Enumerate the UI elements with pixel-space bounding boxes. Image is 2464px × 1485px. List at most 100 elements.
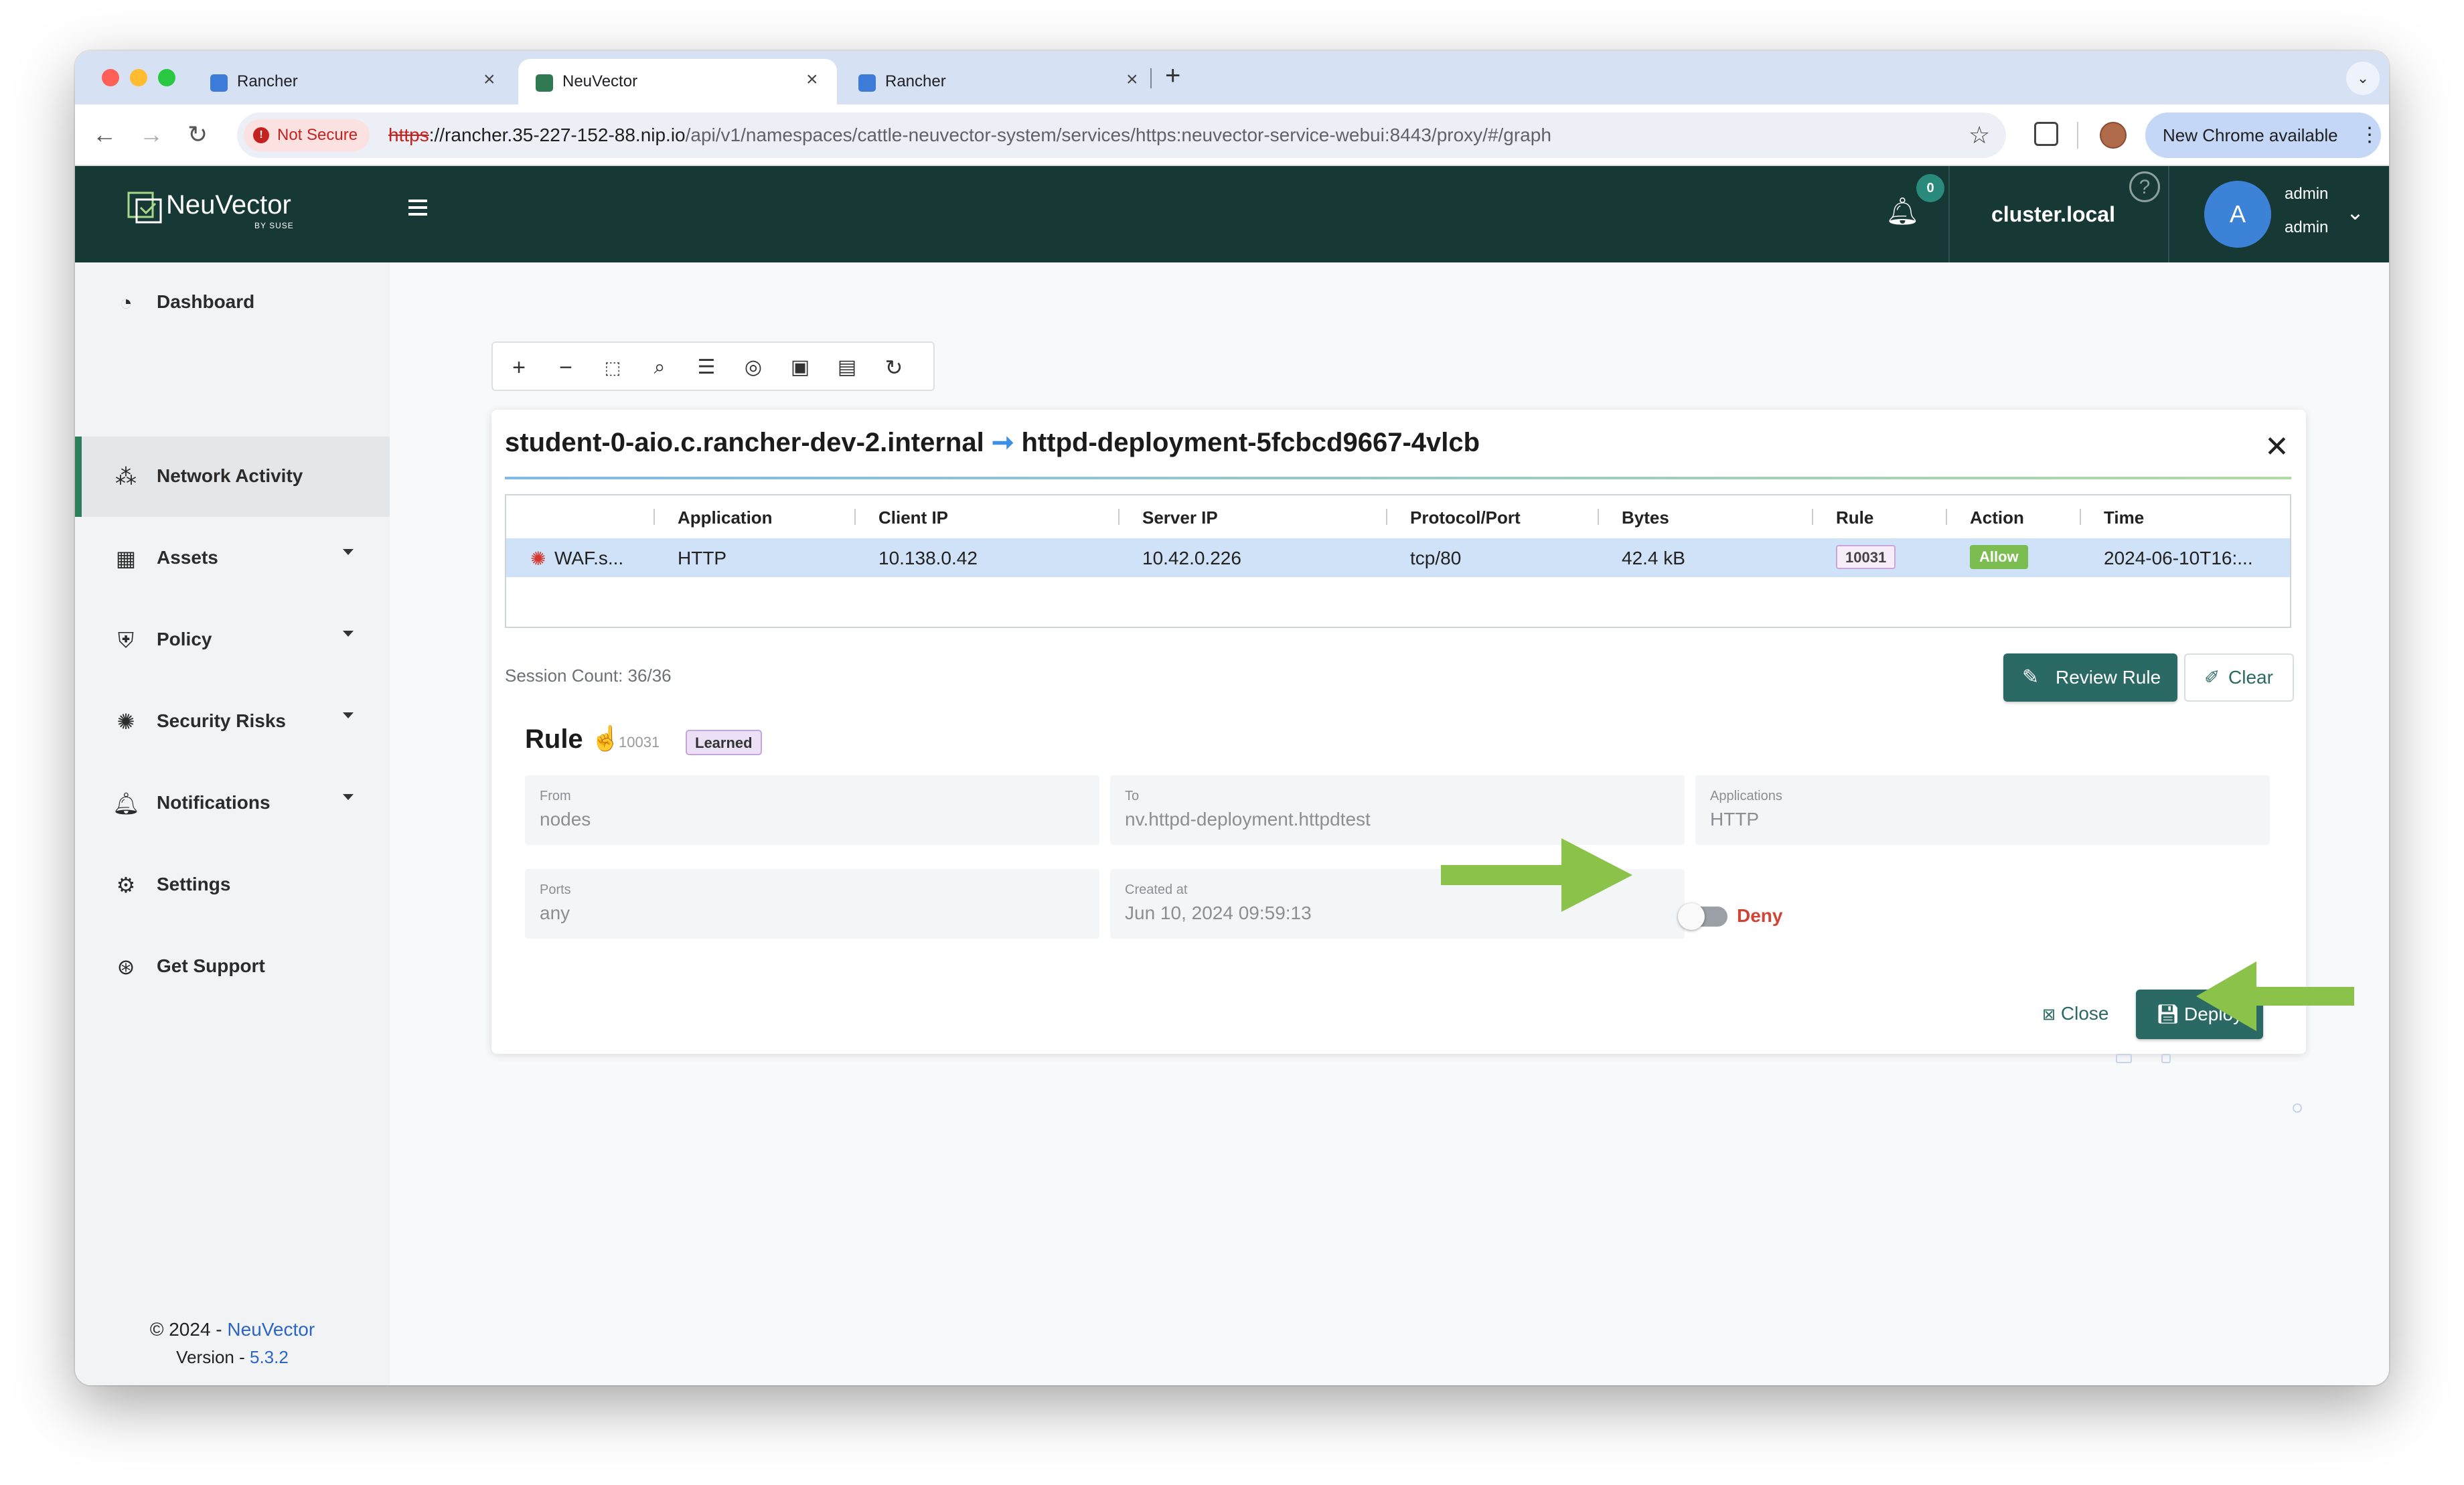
caret-down-icon: [343, 549, 354, 555]
browser-tab-bar: Rancher × NeuVector × Rancher × + ⌄: [75, 51, 2389, 104]
chrome-update-button[interactable]: New Chrome available ⋮: [2145, 112, 2381, 158]
not-secure-label: Not Secure: [277, 126, 358, 144]
window-minimize-dot[interactable]: [130, 69, 147, 86]
to-label: To: [1125, 789, 1140, 803]
column-header-action[interactable]: Action: [1970, 507, 2024, 528]
browser-tab-neuvector[interactable]: NeuVector ×: [518, 59, 837, 104]
column-separator: [1946, 509, 1947, 525]
zoom-in-icon[interactable]: +: [502, 351, 536, 384]
column-header-time[interactable]: Time: [2104, 507, 2144, 528]
sidebar-item-policy[interactable]: ⛨ Policy: [75, 600, 390, 680]
tab-close-icon[interactable]: ×: [806, 70, 818, 90]
profile-avatar[interactable]: [2100, 122, 2127, 149]
deny-label[interactable]: Deny: [1737, 905, 1782, 927]
destination-endpoint: httpd-deployment-5fcbcd9667-4vlcb: [1021, 428, 1480, 457]
new-tab-button[interactable]: +: [1165, 60, 1180, 91]
neuvector-logo-icon: [127, 191, 162, 224]
from-value: nodes: [540, 809, 591, 830]
browser-toolbar: ← → ↻ ! Not Secure https://rancher.35-22…: [75, 104, 2389, 166]
column-header-client-ip[interactable]: Client IP: [878, 507, 948, 528]
rule-heading: Rule: [525, 724, 583, 754]
version-number[interactable]: 5.3.2: [250, 1347, 289, 1367]
tab-title: Rancher: [885, 72, 946, 90]
conversation-panel: student-0-aio.c.rancher-dev-2.internal ➞…: [491, 410, 2306, 1054]
document-icon[interactable]: ▤: [830, 351, 864, 384]
applications-field: Applications HTTP: [1695, 775, 2270, 845]
column-header-bytes[interactable]: Bytes: [1622, 507, 1669, 528]
tab-close-icon[interactable]: ×: [1126, 70, 1138, 90]
user-menu-chevron-icon[interactable]: ⌄: [2346, 200, 2364, 225]
close-button[interactable]: ⊠ Close: [2042, 1003, 2108, 1024]
cell-name: WAF.s...: [554, 548, 624, 568]
chrome-update-label: New Chrome available: [2163, 125, 2338, 145]
forward-arrow-icon[interactable]: →: [139, 118, 163, 151]
user-name: admin: [2285, 185, 2329, 203]
back-arrow-icon[interactable]: ←: [92, 118, 117, 151]
camera-icon[interactable]: ▣: [783, 351, 817, 384]
cluster-name[interactable]: cluster.local: [1991, 202, 2115, 227]
browser-tab-rancher-1[interactable]: Rancher ×: [193, 59, 514, 104]
user-avatar[interactable]: A: [2204, 181, 2271, 248]
column-header-application[interactable]: Application: [678, 507, 773, 528]
panel-close-icon[interactable]: ✕: [2264, 433, 2289, 462]
graph-node-icon[interactable]: [2293, 1103, 2302, 1113]
caret-down-icon: [343, 712, 354, 718]
fit-view-icon[interactable]: ⬚: [596, 351, 629, 384]
tab-title: Rancher: [237, 72, 298, 90]
footer-brand-link[interactable]: NeuVector: [227, 1319, 315, 1340]
url-text[interactable]: https://rancher.35-227-152-88.nip.io/api…: [388, 125, 1551, 146]
column-header-rule[interactable]: Rule: [1836, 507, 1873, 528]
to-value: nv.httpd-deployment.httpdtest: [1125, 809, 1371, 830]
not-secure-chip[interactable]: ! Not Secure: [244, 119, 370, 151]
save-icon: 💾︎: [2156, 1004, 2180, 1024]
sessions-table: Application Client IP Server IP Protocol…: [505, 494, 2291, 628]
sidebar-item-notifications[interactable]: 🔔︎ Notifications: [75, 763, 390, 844]
bell-icon[interactable]: 🔔︎: [1885, 196, 1920, 227]
network-graph-area[interactable]: + − ⬚ ⌕ ☰ ◎ ▣ ▤ ↻ student-0-aio.c.ranche…: [390, 262, 2389, 1385]
gear-icon: ⚙: [116, 873, 136, 897]
browser-tab-rancher-2[interactable]: Rancher ×: [841, 59, 1162, 104]
sidebar-item-assets[interactable]: ▦ Assets: [75, 518, 390, 599]
sidebar-item-settings[interactable]: ⚙ Settings: [75, 845, 390, 925]
tab-close-icon[interactable]: ×: [483, 70, 495, 90]
hide-eye-icon[interactable]: ◎: [737, 351, 770, 384]
from-label: From: [540, 789, 571, 803]
speedometer-icon: ◔: [119, 291, 133, 315]
graph-node-icon[interactable]: [2116, 1054, 2132, 1063]
reload-icon[interactable]: ↻: [187, 118, 208, 151]
sidebar-item-dashboard[interactable]: ◔ Dashboard: [75, 262, 390, 343]
hamburger-menu-icon[interactable]: [408, 200, 427, 216]
sidebar-item-get-support[interactable]: ⊛ Get Support: [75, 927, 390, 1007]
clear-button[interactable]: ✐ Clear: [2184, 653, 2294, 702]
title-underline: [505, 477, 2291, 479]
column-separator: [1386, 509, 1387, 525]
column-header-protocol-port[interactable]: Protocol/Port: [1410, 507, 1521, 528]
tab-search-chevron-icon[interactable]: ⌄: [2346, 62, 2380, 95]
deny-toggle[interactable]: [1678, 903, 1727, 930]
window-zoom-dot[interactable]: [158, 69, 175, 86]
help-question-icon[interactable]: ?: [2129, 171, 2160, 202]
table-row[interactable]: ✺ WAF.s... HTTP 10.138.0.42 10.42.0.226 …: [506, 538, 2290, 577]
refresh-icon[interactable]: ↻: [877, 351, 911, 384]
url-scheme: https: [388, 125, 429, 145]
window-close-dot[interactable]: [102, 69, 119, 86]
graph-node-icon[interactable]: [2161, 1054, 2171, 1063]
address-bar[interactable]: ! Not Secure https://rancher.35-227-152-…: [237, 112, 2006, 158]
search-icon[interactable]: ⌕: [643, 351, 676, 384]
zoom-out-icon[interactable]: −: [549, 351, 583, 384]
bookmark-star-icon[interactable]: ☆: [1969, 121, 1990, 150]
from-field: From nodes: [525, 775, 1099, 845]
annotation-arrow-left-icon: [2196, 961, 2354, 1031]
rule-id-badge[interactable]: 10031: [1836, 545, 1896, 569]
review-rule-button[interactable]: ✎ Review Rule: [2003, 653, 2177, 702]
sidebar-item-security-risks[interactable]: ✺ Security Risks: [75, 682, 390, 762]
column-separator: [2080, 509, 2081, 525]
extensions-puzzle-icon[interactable]: [2034, 122, 2058, 146]
learned-badge: Learned: [686, 730, 762, 755]
sidebar-item-label: Dashboard: [157, 291, 255, 312]
filter-sliders-icon[interactable]: ☰: [690, 351, 723, 384]
applications-label: Applications: [1710, 789, 1782, 803]
close-box-icon: ⊠: [2042, 1006, 2056, 1024]
column-header-server-ip[interactable]: Server IP: [1142, 507, 1218, 528]
ports-value: any: [540, 903, 570, 923]
